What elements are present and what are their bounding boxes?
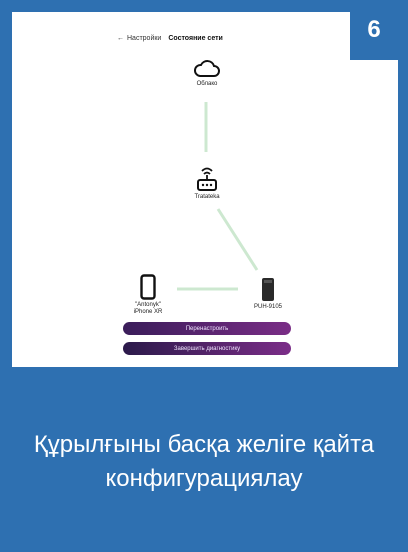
step-caption: Құрылғыны басқа желіге қайта конфигураци… <box>33 431 375 492</box>
app-screen: ← Настройки Состояние сети Облако Tratat… <box>12 12 398 367</box>
reconfigure-button[interactable]: Перенастроить <box>123 322 291 335</box>
router-icon <box>197 167 217 191</box>
phone-icon <box>140 274 156 300</box>
phone-label-model: iPhone XR <box>133 309 163 315</box>
purifier-node[interactable]: PUH-9105 <box>240 276 296 311</box>
tutorial-frame: ← Настройки Состояние сети Облако Tratat… <box>0 0 408 552</box>
cloud-icon <box>194 60 220 77</box>
finish-diagnostics-button[interactable]: Завершить диагностику <box>123 342 291 355</box>
phone-label-name: "Antonyk" <box>135 302 161 308</box>
router-label: Tratateka <box>194 194 220 200</box>
step-badge: 6 <box>350 0 398 60</box>
purifier-label: PUH-9105 <box>253 304 282 310</box>
device-icon <box>262 278 274 301</box>
phone-node[interactable]: "Antonyk" iPhone XR <box>128 274 168 316</box>
router-node[interactable]: Tratateka <box>182 164 232 201</box>
cloud-node[interactable]: Облако <box>182 59 232 88</box>
router-device-link <box>216 208 259 271</box>
cloud-label: Облако <box>196 81 218 87</box>
